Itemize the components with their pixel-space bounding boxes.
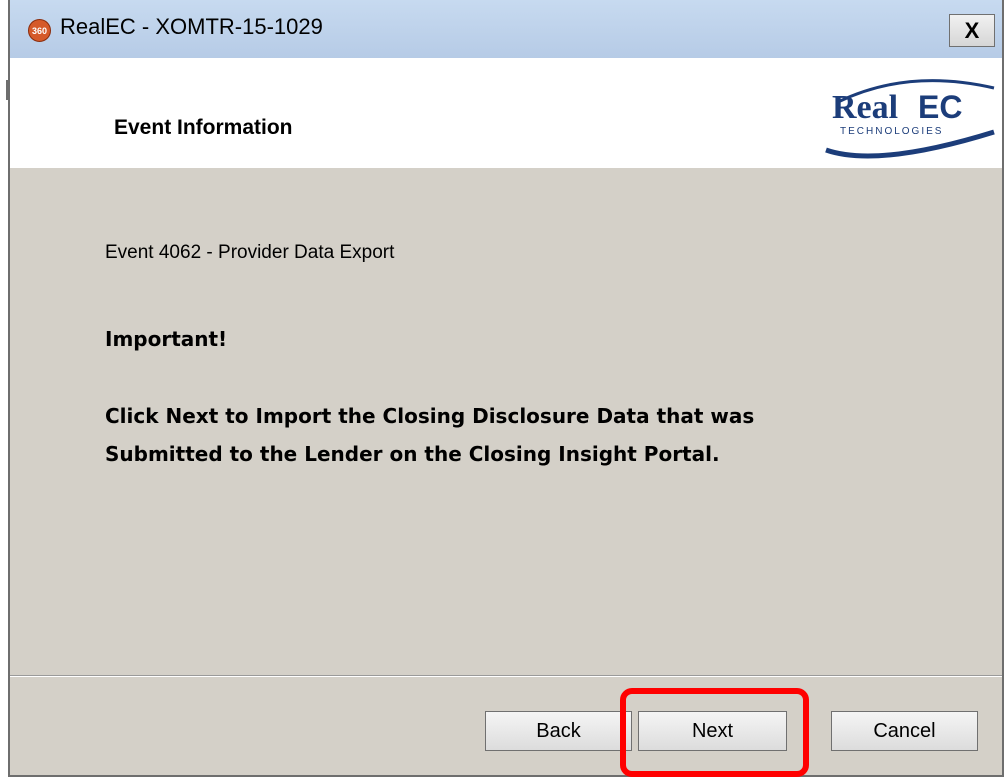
page-title: Event Information [114, 116, 293, 139]
important-heading: Important! [105, 327, 228, 351]
title-bar[interactable]: 360 RealEC - XOMTR-15-1029 X [10, 0, 1002, 59]
back-button[interactable]: Back [485, 711, 632, 751]
instruction-message: Click Next to Import the Closing Disclos… [105, 404, 755, 466]
logo-text: Real [832, 89, 898, 126]
realec-logo: Real EC TECHNOLOGIES [825, 79, 995, 159]
next-button[interactable]: Next [638, 711, 787, 751]
dialog-header: Event Information Real EC TECHNOLOGIES [10, 58, 1002, 168]
window-title: RealEC - XOMTR-15-1029 [60, 14, 323, 39]
logo-subtext: TECHNOLOGIES [840, 126, 943, 137]
footer-divider [10, 675, 1002, 677]
close-button[interactable]: X [949, 14, 995, 47]
dialog-window: 360 RealEC - XOMTR-15-1029 X Event Infor… [8, 0, 1004, 777]
app-icon: 360 [28, 19, 51, 42]
event-description: Event 4062 - Provider Data Export [105, 242, 395, 263]
cancel-button[interactable]: Cancel [831, 711, 978, 751]
logo-accent: EC [918, 89, 962, 125]
